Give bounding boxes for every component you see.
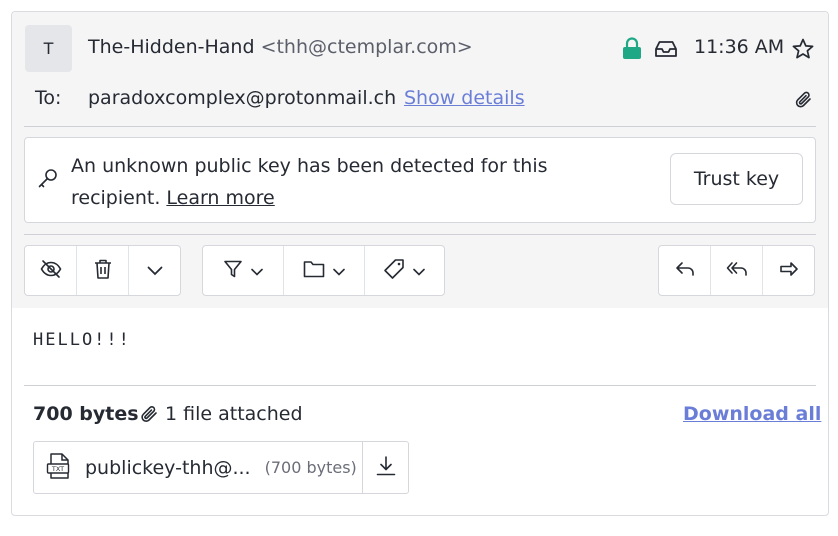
label-button[interactable] (365, 246, 444, 295)
paperclip-icon (138, 405, 160, 429)
attachment-size: (700 bytes) (264, 458, 357, 477)
attachments-total-size: 700 bytes (33, 403, 139, 425)
toolbar-group-actions (24, 245, 181, 296)
trust-key-button[interactable]: Trust key (670, 153, 803, 205)
forward-icon (779, 261, 799, 281)
star-icon[interactable] (792, 38, 814, 64)
move-to-folder-button[interactable] (284, 246, 365, 295)
divider (24, 126, 816, 127)
reply-icon (675, 261, 695, 281)
label-icon (383, 258, 405, 284)
filter-button[interactable] (203, 246, 285, 295)
message-card: T The-Hidden-Hand <thh@ctemplar.com> 11:… (11, 11, 829, 516)
download-icon (375, 455, 397, 481)
chevron-down-icon (251, 261, 263, 280)
sender-address[interactable]: <thh@ctemplar.com> (261, 36, 473, 58)
banner-text-line1: An unknown public key has been detected … (71, 155, 548, 177)
inbox-icon[interactable] (654, 40, 678, 62)
banner-message: An unknown public key has been detected … (71, 150, 551, 214)
folder-icon (303, 260, 325, 282)
chevron-down-icon (147, 261, 163, 280)
message-body: HELLO!!! (33, 330, 131, 350)
reply-all-icon (726, 261, 748, 281)
divider (24, 234, 816, 235)
paperclip-icon (794, 90, 814, 114)
trash-icon (93, 258, 113, 284)
delete-button[interactable] (77, 246, 129, 295)
attachment-preview[interactable]: TXT publickey-thh@... (700 bytes) (34, 442, 363, 493)
lock-icon[interactable] (622, 37, 642, 64)
message-time: 11:36 AM (694, 36, 785, 58)
recipient-address[interactable]: paradoxcomplex@protonmail.ch (88, 87, 396, 109)
sender[interactable]: The-Hidden-Hand <thh@ctemplar.com> (88, 36, 473, 58)
svg-text:TXT: TXT (51, 465, 64, 473)
show-details-link[interactable]: Show details (404, 87, 525, 109)
download-attachment-button[interactable] (363, 442, 408, 493)
divider (24, 385, 816, 386)
key-icon (37, 168, 59, 194)
txt-file-icon: TXT (45, 452, 73, 484)
learn-more-link[interactable]: Learn more (166, 187, 274, 209)
toolbar-group-organize (202, 245, 445, 296)
toolbar-group-reply (658, 245, 815, 296)
attachment-item: TXT publickey-thh@... (700 bytes) (33, 441, 409, 494)
more-actions-button[interactable] (129, 246, 180, 295)
avatar: T (25, 25, 72, 72)
download-all-link[interactable]: Download all (683, 403, 821, 425)
mark-unread-button[interactable] (25, 246, 77, 295)
unknown-key-banner: An unknown public key has been detected … (24, 137, 816, 223)
reply-all-button[interactable] (711, 246, 763, 295)
sender-name[interactable]: The-Hidden-Hand (88, 36, 255, 58)
message-header-area: T The-Hidden-Hand <thh@ctemplar.com> 11:… (12, 12, 828, 308)
attachments-count: 1 file attached (165, 403, 303, 425)
to-label: To: (35, 87, 62, 109)
chevron-down-icon (413, 261, 426, 280)
eye-slash-icon (40, 259, 62, 283)
reply-button[interactable] (659, 246, 711, 295)
banner-text-line2: recipient. (71, 187, 161, 209)
filter-icon (223, 259, 243, 283)
forward-button[interactable] (763, 246, 814, 295)
attachment-name: publickey-thh@... (85, 456, 251, 479)
chevron-down-icon (333, 261, 345, 280)
